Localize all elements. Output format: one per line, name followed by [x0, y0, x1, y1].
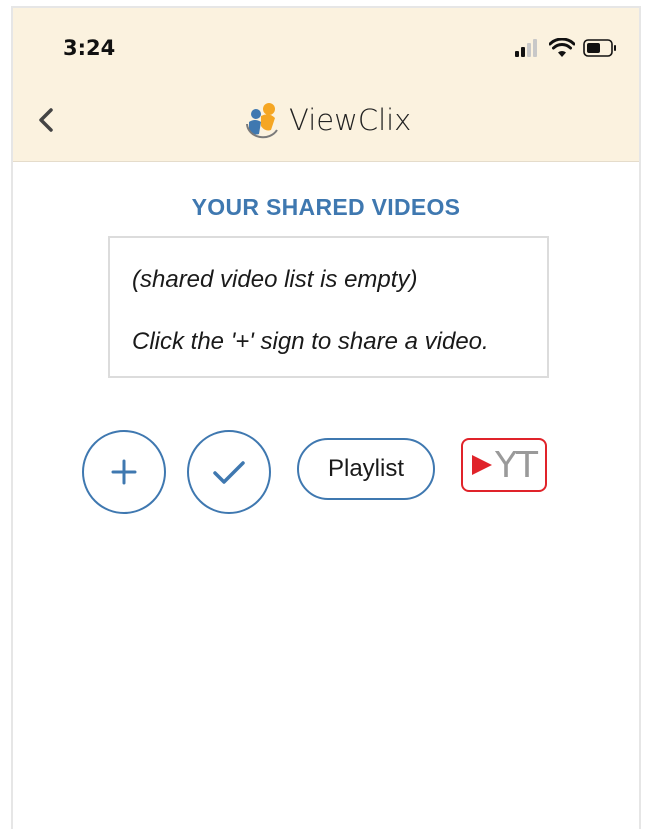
viewclix-logo-icon: [246, 103, 278, 139]
plus-icon: [111, 459, 137, 485]
add-video-button[interactable]: [82, 430, 166, 514]
viewclix-logo: ViewClix: [243, 100, 411, 140]
wifi-icon: [549, 38, 575, 57]
logo-text: ViewClix: [289, 103, 412, 137]
page-title: YOUR SHARED VIDEOS: [191, 194, 461, 220]
app-screen: 3:24 ViewClix YOUR SHARED VIDEOS (shared…: [11, 6, 641, 829]
top-bar: 3:24 ViewClix: [13, 8, 639, 162]
empty-list-box: (shared video list is empty) Click the '…: [108, 236, 549, 378]
playlist-button[interactable]: Playlist: [297, 438, 435, 500]
battery-icon: [583, 39, 616, 57]
chevron-left-icon: [39, 108, 53, 132]
youtube-label: YT: [495, 444, 538, 486]
status-icons: [515, 38, 617, 58]
share-hint-message: Click the '+' sign to share a video.: [132, 328, 489, 355]
signal-icon: [515, 39, 537, 57]
checkmark-icon: [213, 461, 245, 484]
youtube-button[interactable]: YT: [461, 438, 547, 492]
status-time: 3:24: [63, 36, 116, 60]
play-triangle-icon: [472, 455, 492, 475]
back-button[interactable]: [33, 106, 61, 134]
select-videos-button[interactable]: [187, 430, 271, 514]
empty-list-message: (shared video list is empty): [132, 266, 418, 293]
